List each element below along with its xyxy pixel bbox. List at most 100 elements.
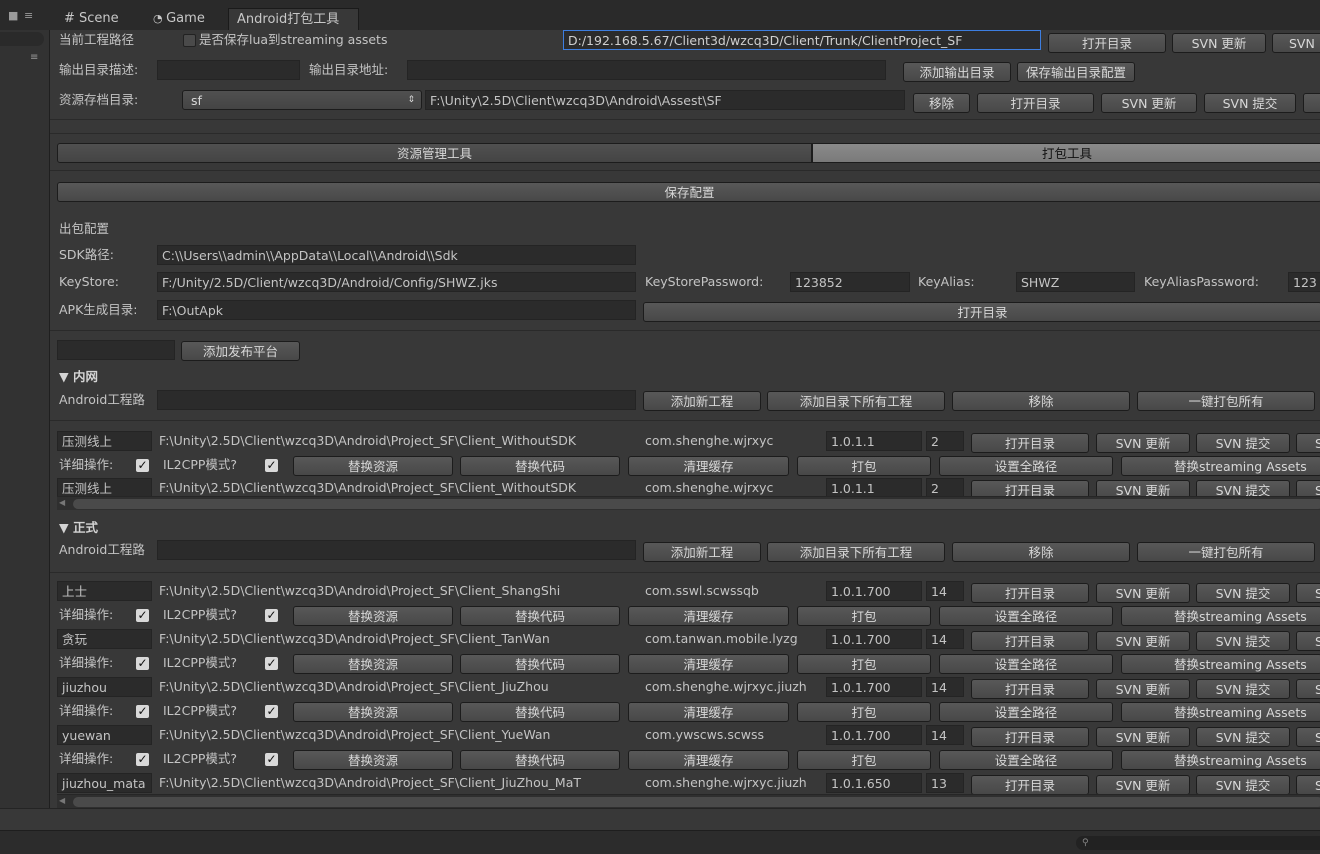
project-svn-commit-button[interactable]: SVN 提交 bbox=[1196, 433, 1290, 453]
project-name-field[interactable]: jiuzhou bbox=[57, 677, 152, 697]
project-svn-commit-button[interactable]: SVN 提交 bbox=[1196, 679, 1290, 699]
detail-checkbox[interactable]: ✓ bbox=[136, 609, 149, 622]
replace-streaming-button[interactable]: 替换streaming Assets bbox=[1121, 750, 1320, 770]
output-addr-input[interactable] bbox=[407, 60, 886, 80]
group-title-release[interactable]: ▼ 正式 bbox=[59, 518, 98, 538]
build-button[interactable]: 打包 bbox=[797, 750, 931, 770]
project-open-dir-button[interactable]: 打开目录 bbox=[971, 433, 1089, 453]
project-code-field[interactable]: 14 bbox=[926, 725, 964, 745]
res-path-field[interactable]: F:\Unity\2.5D\Client\wzcq3D\Android\Asse… bbox=[425, 90, 905, 110]
set-paths-button[interactable]: 设置全路径 bbox=[939, 702, 1113, 722]
replace-code-button[interactable]: 替换代码 bbox=[460, 654, 620, 674]
replace-res-button[interactable]: 替换资源 bbox=[293, 702, 453, 722]
replace-code-button[interactable]: 替换代码 bbox=[460, 750, 620, 770]
tab-pack-tool[interactable]: 打包工具 bbox=[812, 143, 1320, 163]
key-alias-password-field[interactable]: 123 bbox=[1288, 272, 1320, 292]
project-code-field[interactable]: 14 bbox=[926, 677, 964, 697]
scrollbar-thumb[interactable] bbox=[73, 797, 1320, 807]
project-svn-commit-button[interactable]: SVN 提交 bbox=[1196, 583, 1290, 603]
project-svn-update-button[interactable]: SVN 更新 bbox=[1096, 631, 1190, 651]
add-all-projects-button[interactable]: 添加目录下所有工程 bbox=[767, 542, 945, 562]
project-version-field[interactable]: 1.0.1.700 bbox=[826, 677, 922, 697]
project-code-field[interactable]: 2 bbox=[926, 431, 964, 451]
apk-dir-field[interactable]: F:\OutApk bbox=[157, 300, 636, 320]
replace-streaming-button[interactable]: 替换streaming Assets bbox=[1121, 606, 1320, 626]
scroll-left-icon[interactable]: ◀ bbox=[59, 795, 69, 807]
project-name-field[interactable]: 压测线上 bbox=[57, 431, 152, 451]
project-code-field[interactable]: 13 bbox=[926, 773, 964, 793]
build-all-button[interactable]: 一键打包所有 bbox=[1137, 391, 1315, 411]
add-all-projects-button[interactable]: 添加目录下所有工程 bbox=[767, 391, 945, 411]
open-dir-button[interactable]: 打开目录 bbox=[1048, 33, 1166, 53]
detail-checkbox[interactable]: ✓ bbox=[136, 657, 149, 670]
tab-game[interactable]: ◔ Game bbox=[145, 8, 213, 30]
add-project-button[interactable]: 添加新工程 bbox=[643, 542, 761, 562]
detail-checkbox[interactable]: ✓ bbox=[136, 459, 149, 472]
il2cpp-checkbox[interactable]: ✓ bbox=[265, 657, 278, 670]
clear-cache-button[interactable]: 清理缓存 bbox=[628, 456, 789, 476]
project-name-field[interactable]: yuewan bbox=[57, 725, 152, 745]
set-paths-button[interactable]: 设置全路径 bbox=[939, 654, 1113, 674]
res-dir-select[interactable]: sf ⇕ bbox=[182, 90, 422, 110]
project-open-dir-button[interactable]: 打开目录 bbox=[971, 775, 1089, 795]
project-version-field[interactable]: 1.0.1.700 bbox=[826, 581, 922, 601]
project-version-field[interactable]: 1.0.1.700 bbox=[826, 725, 922, 745]
menu-icon[interactable]: ≡ bbox=[24, 10, 42, 22]
replace-res-button[interactable]: 替换资源 bbox=[293, 750, 453, 770]
project-s-button[interactable]: S bbox=[1296, 775, 1320, 795]
replace-code-button[interactable]: 替换代码 bbox=[460, 702, 620, 722]
apk-open-dir-button[interactable]: 打开目录 bbox=[643, 302, 1320, 322]
clear-cache-button[interactable]: 清理缓存 bbox=[628, 750, 789, 770]
project-svn-commit-button[interactable]: SVN 提交 bbox=[1196, 775, 1290, 795]
scroll-left-icon[interactable]: ◀ bbox=[59, 497, 69, 509]
project-version-field[interactable]: 1.0.1.650 bbox=[826, 773, 922, 793]
add-project-button[interactable]: 添加新工程 bbox=[643, 391, 761, 411]
clear-cache-button[interactable]: 清理缓存 bbox=[628, 654, 789, 674]
project-code-field[interactable]: 14 bbox=[926, 629, 964, 649]
remove-project-button[interactable]: 移除 bbox=[952, 391, 1130, 411]
project-svn-update-button[interactable]: SVN 更新 bbox=[1096, 727, 1190, 747]
tab-android-pack-tool[interactable]: Android打包工具 bbox=[228, 8, 359, 30]
replace-streaming-button[interactable]: 替换streaming Assets bbox=[1121, 654, 1320, 674]
sdk-path-field[interactable]: C:\\Users\\admin\\AppData\\Local\\Androi… bbox=[157, 245, 636, 265]
add-platform-button[interactable]: 添加发布平台 bbox=[181, 341, 300, 361]
clear-cache-button[interactable]: 清理缓存 bbox=[628, 606, 789, 626]
project-s-button[interactable]: S bbox=[1296, 727, 1320, 747]
il2cpp-checkbox[interactable]: ✓ bbox=[265, 753, 278, 766]
remove-res-button[interactable]: 移除 bbox=[913, 93, 970, 113]
res-svn-update-button[interactable]: SVN 更新 bbox=[1101, 93, 1197, 113]
svn-partial-button[interactable]: SVN bbox=[1272, 33, 1320, 53]
horizontal-scrollbar[interactable]: ◀ bbox=[57, 794, 1320, 808]
replace-streaming-button[interactable]: 替换streaming Assets bbox=[1121, 702, 1320, 722]
scrollbar-thumb[interactable] bbox=[73, 499, 1320, 509]
project-svn-update-button[interactable]: SVN 更新 bbox=[1096, 775, 1190, 795]
left-search-field[interactable] bbox=[0, 32, 44, 46]
res-open-dir-button[interactable]: 打开目录 bbox=[977, 93, 1094, 113]
keystore-password-field[interactable]: 123852 bbox=[790, 272, 910, 292]
project-code-field[interactable]: 14 bbox=[926, 581, 964, 601]
android-project-input[interactable] bbox=[157, 390, 636, 410]
tab-resource-management[interactable]: 资源管理工具 bbox=[57, 143, 812, 163]
set-paths-button[interactable]: 设置全路径 bbox=[939, 750, 1113, 770]
project-name-field[interactable]: 上士 bbox=[57, 581, 152, 601]
project-s-button[interactable]: S bbox=[1296, 679, 1320, 699]
build-button[interactable]: 打包 bbox=[797, 456, 931, 476]
project-s-button[interactable]: S bbox=[1296, 583, 1320, 603]
keystore-field[interactable]: F:/Unity/2.5D/Client/wzcq3D/Android/Conf… bbox=[157, 272, 636, 292]
save-lua-checkbox[interactable] bbox=[183, 34, 196, 47]
res-extra-button[interactable] bbox=[1303, 93, 1320, 113]
clear-cache-button[interactable]: 清理缓存 bbox=[628, 702, 789, 722]
output-desc-input[interactable] bbox=[157, 60, 300, 80]
project-svn-commit-button[interactable]: SVN 提交 bbox=[1196, 727, 1290, 747]
build-all-button[interactable]: 一键打包所有 bbox=[1137, 542, 1315, 562]
platform-name-input[interactable] bbox=[57, 340, 175, 360]
project-code-field[interactable]: 2 bbox=[926, 478, 964, 498]
project-name-field[interactable]: 压测线上 bbox=[57, 478, 152, 498]
project-open-dir-button[interactable]: 打开目录 bbox=[971, 631, 1089, 651]
project-version-field[interactable]: 1.0.1.700 bbox=[826, 629, 922, 649]
project-path-field[interactable]: D:/192.168.5.67/Client3d/wzcq3D/Client/T… bbox=[563, 30, 1041, 50]
lock-icon[interactable]: ■ bbox=[8, 10, 18, 22]
add-output-button[interactable]: 添加输出目录 bbox=[903, 62, 1011, 82]
build-button[interactable]: 打包 bbox=[797, 654, 931, 674]
project-name-field[interactable]: jiuzhou_mata bbox=[57, 773, 152, 793]
